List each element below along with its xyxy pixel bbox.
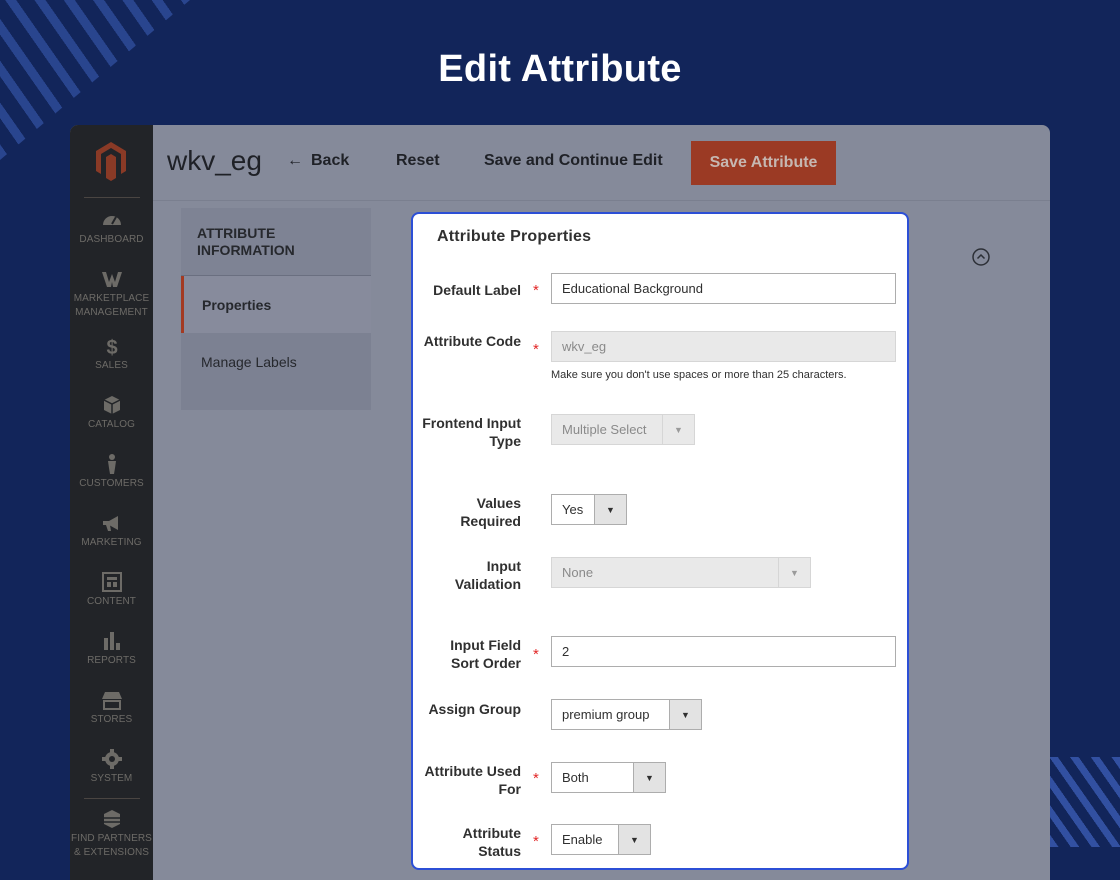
person-icon [107,454,116,474]
nav-dashboard[interactable]: DASHBOARD [70,209,153,247]
panel-title: Attribute Properties [437,228,592,245]
attribute-code-note: Make sure you don't use spaces or more t… [551,369,847,381]
used-for-select[interactable]: Both ▼ [551,762,666,793]
used-for-label: Attribute Used For [424,763,521,797]
dashboard-icon [102,216,121,225]
back-button[interactable]: ← Back [287,152,349,170]
reset-button[interactable]: Reset [396,152,440,170]
chevron-down-icon: ▼ [662,415,694,444]
input-validation-label: Input Validation [454,558,521,592]
admin-sidebar: DASHBOARD MARKETPLACE MANAGEMENT $ SALES… [70,125,153,880]
chevron-down-icon: ▼ [594,495,626,524]
store-icon [101,692,122,710]
megaphone-icon [102,516,118,531]
default-label-label: Default Label [433,282,521,298]
tab-manage-labels[interactable]: Manage Labels [181,333,371,390]
nav-label: CONTENT [86,596,137,607]
attribute-properties-panel: Attribute Properties Default Label * Edu… [411,212,909,870]
required-marker: * [533,282,539,299]
nav-content[interactable]: CONTENT [70,571,153,609]
frontend-input-type-value: Multiple Select [562,422,647,437]
nav-stores[interactable]: STORES [70,689,153,727]
values-required-value: Yes [562,502,584,517]
sort-order-input[interactable]: 2 [551,636,896,667]
assign-group-select[interactable]: premium group ▼ [551,699,702,730]
chevron-down-icon: ▼ [778,558,810,587]
chevron-down-icon: ▼ [669,700,701,729]
frontend-input-type-label: Frontend Input Type [422,415,521,449]
nav-find-partners[interactable]: FIND PARTNERS & EXTENSIONS [70,808,153,860]
nav-reports[interactable]: REPORTS [70,630,153,668]
nav-system[interactable]: SYSTEM [70,748,153,786]
nav-label: MARKETING [81,537,142,548]
status-select[interactable]: Enable ▼ [551,824,651,855]
status-label: Attribute Status [462,825,521,859]
required-marker: * [533,646,539,663]
bar-chart-icon [103,632,120,650]
values-required-select[interactable]: Yes ▼ [551,494,627,525]
marketplace-icon [101,272,122,287]
save-attribute-button[interactable]: Save Attribute [691,141,836,185]
svg-text:$: $ [106,337,117,357]
default-label-input[interactable]: Educational Background [551,273,896,304]
nav-customers[interactable]: CUSTOMERS [70,453,153,491]
attribute-information-tabs: ATTRIBUTE INFORMATION Properties Manage … [181,208,371,410]
decorative-stripes-bottom-right [1050,757,1120,847]
nav-label: SYSTEM [90,773,133,784]
page-actions-bar: wkv_eg ← Back Reset Save and Continue Edi… [153,125,1050,200]
back-arrow-icon: ← [287,152,303,169]
sidebar-divider [84,798,140,799]
magento-logo-icon[interactable] [94,141,128,181]
nav-catalog[interactable]: CATALOG [70,394,153,432]
content-icon [101,572,122,592]
tab-properties[interactable]: Properties [181,276,371,333]
attribute-code-input: wkv_eg [551,331,896,362]
toolbar-divider [153,200,1050,201]
back-label: Back [311,152,350,169]
cube-icon [103,396,120,414]
dollar-icon: $ [106,337,117,357]
nav-label: DASHBOARD [79,234,144,245]
required-marker: * [533,770,539,787]
collapse-chevron-up-icon[interactable] [972,248,990,266]
nav-label: REPORTS [87,655,136,666]
nav-label: SALES [95,360,128,371]
partners-icon [103,810,120,828]
save-and-continue-button[interactable]: Save and Continue Edit [484,152,663,170]
page-heading: Edit Attribute [438,48,682,90]
sidebar-divider [84,197,140,198]
status-value: Enable [562,832,603,847]
nav-label: STORES [90,714,133,725]
sort-order-label: Input Field Sort Order [450,637,521,671]
input-validation-select: None ▼ [551,557,811,588]
assign-group-value: premium group [562,707,650,722]
required-marker: * [533,833,539,850]
nav-label: CUSTOMERS [79,478,144,489]
chevron-down-icon: ▼ [633,763,665,792]
attribute-code-label: Attribute Code [423,333,521,349]
chevron-down-icon: ▼ [618,825,650,854]
nav-label: MARKETPLACE MANAGEMENT [73,293,150,318]
used-for-value: Both [562,770,589,785]
assign-group-label: Assign Group [428,701,521,717]
required-marker: * [533,341,539,358]
values-required-label: Values Required [460,495,521,529]
nav-label: FIND PARTNERS & EXTENSIONS [71,833,152,858]
frontend-input-type-select: Multiple Select ▼ [551,414,695,445]
nav-label: CATALOG [87,419,135,430]
nav-sales[interactable]: $ SALES [70,335,153,373]
record-title: wkv_eg [167,145,262,176]
tabs-heading: ATTRIBUTE INFORMATION [181,208,371,276]
nav-marketing[interactable]: MARKETING [70,512,153,550]
input-validation-value: None [562,565,594,580]
nav-marketplace-management[interactable]: MARKETPLACE MANAGEMENT [70,268,153,320]
gear-icon [101,749,122,769]
